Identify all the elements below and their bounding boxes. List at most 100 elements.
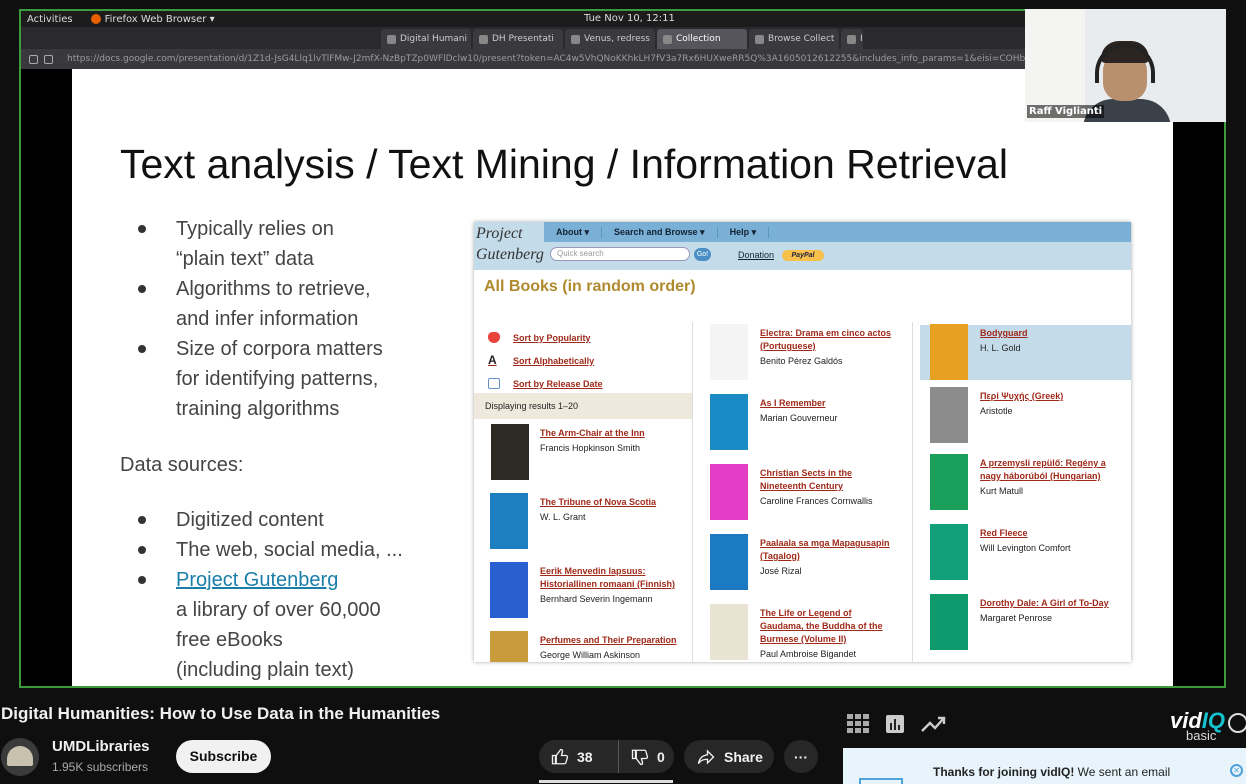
book-cover[interactable]: [930, 524, 968, 580]
tab-favicon-icon: [571, 34, 580, 44]
book-title[interactable]: The Tribune of Nova Scotia: [540, 496, 656, 509]
book-cover[interactable]: [930, 324, 968, 380]
channel-avatar[interactable]: [1, 738, 39, 776]
pg-sort-option[interactable]: Sort by Release Date: [488, 372, 603, 395]
book-cover[interactable]: [710, 394, 748, 450]
book-cover[interactable]: [710, 534, 748, 590]
book-title[interactable]: Eerik Menvedin lapsuus: Historiallinen ro…: [540, 565, 675, 591]
bullet-line: Algorithms to retrieve,: [176, 278, 371, 300]
book-cover[interactable]: [710, 464, 748, 520]
browser-tab[interactable]: Digital Humani: [381, 29, 471, 49]
lock-icon: [44, 54, 53, 64]
book-title-line: Eerik Menvedin lapsuus:: [540, 566, 646, 576]
bullet-dot-icon: [138, 225, 146, 233]
pg-paypal-button[interactable]: PayPal: [782, 250, 824, 261]
subscribe-button[interactable]: Subscribe: [176, 740, 271, 773]
tab-label: Digital Humani: [400, 34, 468, 44]
url-text[interactable]: https://docs.google.com/presentation/d/1…: [67, 54, 1027, 64]
book-title[interactable]: Christian Sects in the Nineteenth Century: [760, 467, 852, 493]
book-cover[interactable]: [490, 631, 528, 662]
bar-chart-icon[interactable]: [885, 714, 905, 734]
pg-logo-line1: Project: [476, 225, 523, 242]
pg-search-input[interactable]: Quick search: [550, 247, 690, 261]
like-count: 38: [577, 748, 593, 765]
book-cover[interactable]: [710, 324, 748, 380]
pg-nav-item[interactable]: Help ▾: [718, 226, 770, 238]
book-title-line: Paalaala sa mga Mapagusapin: [760, 538, 890, 548]
book-title-line: The Tribune of Nova Scotia: [540, 497, 657, 507]
book-author: Will Levington Comfort: [980, 543, 1071, 553]
pg-sort-option[interactable]: Sort by Popularity: [488, 326, 603, 349]
vidiq-menu-icon[interactable]: [1228, 713, 1246, 733]
browser-tab[interactable]: Collection: [657, 29, 747, 49]
book-title-line: Perfumes and Their Preparation: [540, 635, 677, 645]
book-author: Margaret Penrose: [980, 613, 1053, 623]
book-cover[interactable]: [930, 594, 968, 650]
book-title[interactable]: Perfumes and Their Preparation: [540, 634, 677, 647]
book-title[interactable]: The Arm-Chair at the Inn: [540, 427, 645, 440]
browser-tab[interactable]: DH Presentati: [473, 29, 563, 49]
bullet-dot-icon: [138, 546, 146, 554]
app-menu[interactable]: Firefox Web Browser ▾: [90, 14, 215, 25]
pg-go-button[interactable]: Go!: [694, 248, 711, 261]
book-title[interactable]: Dorothy Dale: A Girl of To-Day: [980, 597, 1109, 610]
channel-name[interactable]: UMDLibraries: [52, 738, 150, 755]
book-title[interactable]: As I Remember: [760, 397, 826, 410]
book-cover[interactable]: [930, 454, 968, 510]
clock[interactable]: Tue Nov 10, 12:11: [584, 13, 675, 24]
grid-icon[interactable]: [847, 714, 869, 734]
pg-donation-link[interactable]: Donation: [738, 250, 774, 260]
book-author: Benito Pérez Galdós: [760, 356, 843, 366]
tab-label: I: [860, 34, 863, 44]
book-title-line: Nineteenth Century: [760, 481, 844, 491]
calendar-icon: [488, 378, 500, 389]
book-author: W. L. Grant: [540, 512, 586, 522]
pg-logo-line2: Gutenberg: [476, 246, 544, 263]
vidiq-welcome-banner: Thanks for joining vidIQ! We sent an ema…: [843, 748, 1246, 784]
bullet-item: Typically relies on “plain text” data: [138, 214, 334, 274]
book-cover[interactable]: [490, 493, 528, 549]
pg-sort-option[interactable]: A Sort Alphabetically: [488, 349, 603, 372]
book-cover[interactable]: [710, 604, 748, 660]
subscriber-count: 1.95K subscribers: [52, 760, 149, 774]
pg-sort-label: Sort by Release Date: [513, 378, 603, 389]
tab-label: Collection: [676, 34, 721, 44]
pg-nav-item[interactable]: Search and Browse ▾: [602, 226, 718, 238]
pg-nav-item[interactable]: About ▾: [544, 226, 603, 238]
bullet-line: for identifying patterns,: [176, 368, 379, 390]
book-title-line: (Portuguese): [760, 341, 816, 351]
book-title[interactable]: Paalaala sa mga Mapagusapin (Tagalog): [760, 537, 890, 563]
book-author: Paul Ambroise Bigandet: [760, 649, 857, 659]
book-title[interactable]: A przemysli repülő: Regény a nagy háborúb…: [980, 457, 1106, 483]
shield-icon[interactable]: [29, 54, 38, 64]
book-title[interactable]: The Life or Legend of Gaudama, the Buddha…: [760, 607, 883, 646]
book-cover[interactable]: [490, 562, 528, 618]
book-cover[interactable]: [491, 424, 529, 480]
book-title[interactable]: Red Fleece: [980, 527, 1028, 540]
activities-button[interactable]: Activities: [27, 14, 73, 25]
vidiq-banner-rest: We sent an email: [1074, 765, 1171, 779]
book-title-line: Electra: Drama em cinco actos: [760, 328, 892, 338]
browser-tab[interactable]: Venus, redress: [565, 29, 655, 49]
book-author: Francis Hopkinson Smith: [540, 443, 641, 453]
tab-label: Browse Collect: [768, 34, 835, 44]
dislike-button[interactable]: 0: [619, 748, 665, 766]
browser-tab[interactable]: I: [841, 29, 863, 49]
bullet-item: The web, social media, ...: [138, 535, 403, 565]
project-gutenberg-link[interactable]: Project Gutenberg: [176, 565, 381, 595]
share-button[interactable]: Share: [684, 740, 774, 773]
bullet-line: and infer information: [176, 308, 359, 330]
like-button[interactable]: 38: [539, 740, 619, 773]
book-title[interactable]: Bodyguard: [980, 327, 1028, 340]
bullet-line: free eBooks: [176, 629, 283, 651]
bullet-line: The web, social media, ...: [176, 539, 403, 561]
book-title[interactable]: Electra: Drama em cinco actos (Portuguese…: [760, 327, 891, 353]
book-cover[interactable]: [930, 387, 968, 443]
browser-tab[interactable]: Browse Collect: [749, 29, 839, 49]
book-title[interactable]: Περί Ψυχής (Greek): [980, 390, 1063, 403]
close-icon[interactable]: ✕: [1230, 764, 1243, 777]
trending-icon[interactable]: [921, 714, 947, 734]
screen: Activities Firefox Web Browser ▾ Tue Nov…: [0, 0, 1246, 784]
video-title: Digital Humanities: How to Use Data in t…: [1, 704, 441, 723]
more-actions-button[interactable]: ···: [784, 740, 818, 773]
